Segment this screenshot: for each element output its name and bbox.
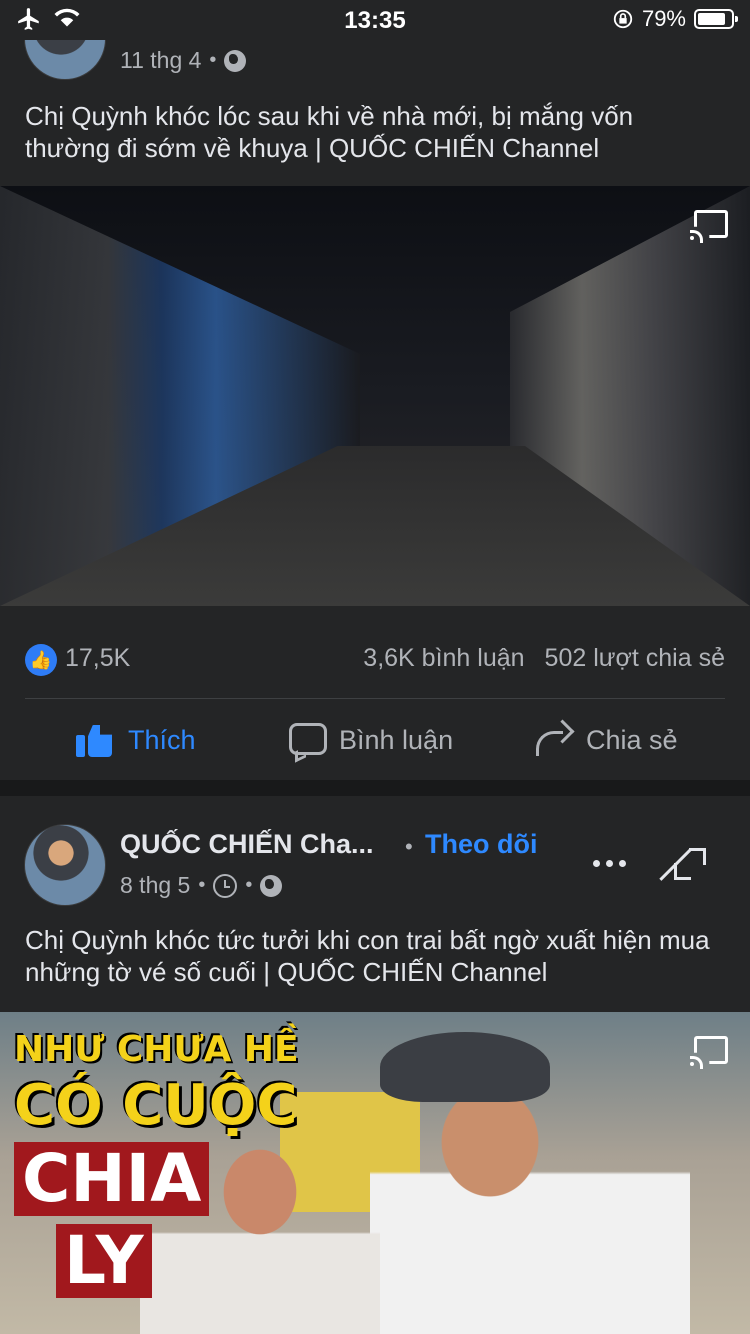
comment-button[interactable]: Bình luận [287, 712, 453, 768]
share-icon [534, 721, 572, 759]
battery-icon [694, 9, 738, 29]
thumbnail-caption: NHƯ CHƯA HỀ [14, 1029, 299, 1070]
comment-icon [287, 721, 327, 759]
avatar[interactable] [24, 824, 106, 906]
thumbnail-cap [380, 1032, 550, 1102]
thumbnail-caption: LY [56, 1224, 152, 1298]
follow-separator: • [405, 834, 413, 859]
share-count[interactable]: 502 lượt chia sẻ [545, 644, 725, 673]
like-button[interactable]: Thích [76, 712, 196, 768]
video-player[interactable]: NHƯ CHƯA HỀ CÓ CUỘC CHIA LY [0, 1012, 750, 1334]
video-player[interactable] [0, 186, 750, 606]
cast-icon[interactable] [690, 1036, 730, 1069]
share-label: Chia sẻ [586, 724, 678, 755]
globe-icon [260, 874, 283, 897]
like-icon [76, 721, 114, 759]
divider [25, 698, 725, 699]
status-bar: 13:35 79% [0, 0, 750, 40]
author-name[interactable]: QUỐC CHIẾN Cha... [120, 829, 374, 860]
meta-separator: • [209, 49, 217, 71]
like-count[interactable]: 17,5K [65, 644, 130, 673]
post-stats: 👍 17,5K 3,6K bình luận 502 lượt chia sẻ [25, 640, 725, 680]
share-button[interactable]: Chia sẻ [534, 712, 678, 768]
stats-right: 3,6K bình luận 502 lượt chia sẻ [363, 644, 725, 673]
meta-separator: • [245, 874, 253, 896]
comment-label: Bình luận [339, 724, 454, 755]
expand-icon[interactable] [659, 848, 706, 881]
post-meta: 11 thg 4 • [120, 47, 247, 74]
globe-icon [224, 49, 247, 72]
cast-icon[interactable] [690, 210, 730, 243]
more-icon[interactable] [593, 860, 626, 867]
rotation-lock-icon [613, 9, 633, 29]
clock-icon [213, 873, 238, 898]
thumbnail-caption: CHIA [14, 1142, 210, 1216]
thumbnail-caption: CÓ CUỘC [14, 1073, 298, 1138]
meta-separator: • [198, 874, 206, 896]
post-actions: Thích Bình luận Chia sẻ [0, 712, 750, 768]
like-reaction-icon: 👍 [25, 644, 57, 676]
post-card-1: 11 thg 4 • Chị Quỳnh khóc lóc sau khi về… [0, 0, 750, 780]
battery-percent: 79% [641, 6, 686, 31]
like-label: Thích [128, 724, 196, 755]
follow-button[interactable]: Theo dõi [425, 829, 537, 860]
post-text: Chị Quỳnh khóc tức tưởi khi con trai bất… [25, 925, 710, 987]
post-text: Chị Quỳnh khóc lóc sau khi về nhà mới, b… [25, 101, 634, 163]
post-date[interactable]: 11 thg 4 [120, 47, 201, 74]
post-meta: 8 thg 5 • • [120, 872, 283, 899]
status-right: 79% [612, 6, 738, 32]
post-date[interactable]: 8 thg 5 [120, 872, 190, 899]
comment-count[interactable]: 3,6K bình luận [363, 644, 524, 673]
